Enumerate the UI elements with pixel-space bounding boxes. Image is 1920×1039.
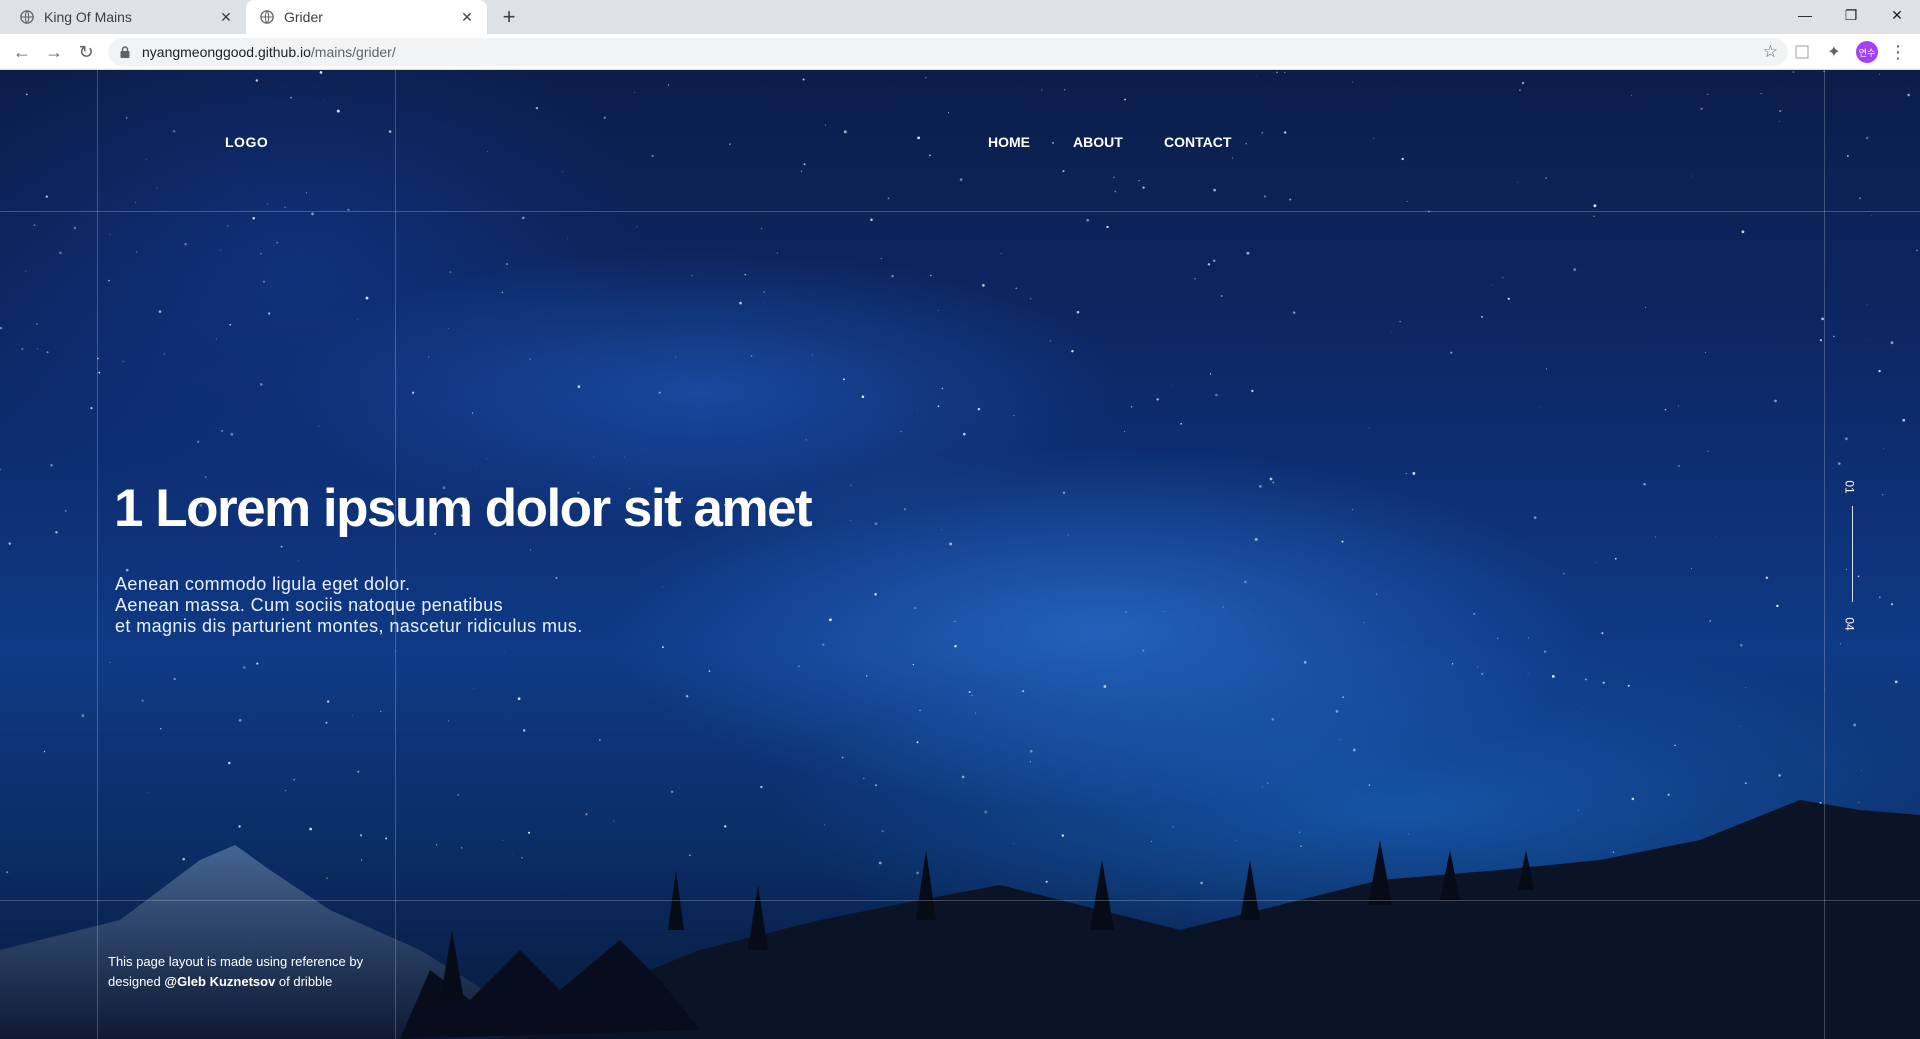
footer-line: designed @Gleb Kuznetsov of dribble	[108, 972, 363, 992]
globe-icon	[260, 10, 274, 24]
hero-body-line: Aenean commodo ligula eget dolor.	[115, 574, 411, 594]
grid-line-horizontal	[0, 900, 1920, 901]
back-arrow-icon[interactable]: ←	[8, 38, 36, 66]
puzzle-icon[interactable]: ✦	[1824, 42, 1844, 62]
pager-divider	[1852, 506, 1853, 602]
globe-icon	[20, 10, 34, 24]
hero-title: 1 Lorem ipsum dolor sit amet	[114, 479, 813, 538]
tab-king-of-mains[interactable]: King Of Mains ✕	[0, 0, 246, 34]
forward-arrow-icon[interactable]: →	[40, 38, 68, 66]
hero-body-line: Aenean massa. Cum sociis natoque penatib…	[115, 595, 504, 615]
lock-icon	[120, 46, 130, 58]
browser-toolbar: ← → ↻ nyangmeonggood.github.io /mains/gr…	[0, 34, 1920, 70]
menu-kebab-icon[interactable]: ⋮	[1886, 40, 1910, 64]
extension-icon[interactable]	[1792, 42, 1812, 62]
close-icon[interactable]: ✕	[216, 9, 236, 26]
footer-prefix: designed	[108, 974, 165, 989]
footer-line: This page layout is made using reference…	[108, 954, 364, 969]
footer-suffix: of dribble	[275, 974, 333, 989]
tab-strip: King Of Mains ✕ Grider ✕ + — ❐ ✕	[0, 0, 1920, 34]
grid-line-vertical	[97, 70, 98, 1039]
hero-body-line: et magnis dis parturient montes, nascetu…	[115, 616, 583, 636]
restore-icon[interactable]: ❐	[1828, 0, 1874, 30]
new-tab-button[interactable]: +	[496, 4, 522, 30]
tab-title: Grider	[284, 9, 323, 25]
window-close-icon[interactable]: ✕	[1874, 0, 1920, 30]
url-path: /mains/grider/	[310, 44, 396, 60]
tab-grider[interactable]: Grider ✕	[246, 0, 487, 34]
url-host: nyangmeonggood.github.io	[142, 44, 311, 60]
nav-home[interactable]: HOME	[988, 134, 1030, 150]
minimize-icon[interactable]: —	[1782, 0, 1828, 30]
grid-line-vertical	[395, 70, 396, 1039]
bookmark-star-icon[interactable]: ☆	[1763, 42, 1778, 62]
grid-line-horizontal	[0, 211, 1920, 212]
nav-contact[interactable]: CONTACT	[1164, 134, 1231, 150]
nav-about[interactable]: ABOUT	[1073, 134, 1123, 150]
page-viewport: LOGO HOME ABOUT CONTACT 1 Lorem ipsum do…	[0, 70, 1920, 1039]
avatar[interactable]: 연수	[1856, 41, 1878, 63]
site-logo[interactable]: LOGO	[225, 134, 268, 150]
tab-title: King Of Mains	[44, 9, 132, 25]
pager-current[interactable]: 01	[1843, 480, 1857, 493]
footer-credit: This page layout is made using reference…	[108, 952, 363, 992]
mountain-silhouette	[0, 800, 1920, 1039]
close-icon[interactable]: ✕	[457, 9, 477, 26]
address-bar[interactable]: nyangmeonggood.github.io /mains/grider/ …	[108, 38, 1788, 66]
reload-icon[interactable]: ↻	[72, 38, 100, 66]
hero-body: Aenean commodo ligula eget dolor. Aenean…	[115, 574, 583, 637]
footer-author-link[interactable]: @Gleb Kuznetsov	[164, 974, 275, 989]
pager-total[interactable]: 04	[1843, 617, 1857, 630]
grid-line-vertical	[1824, 70, 1825, 1039]
